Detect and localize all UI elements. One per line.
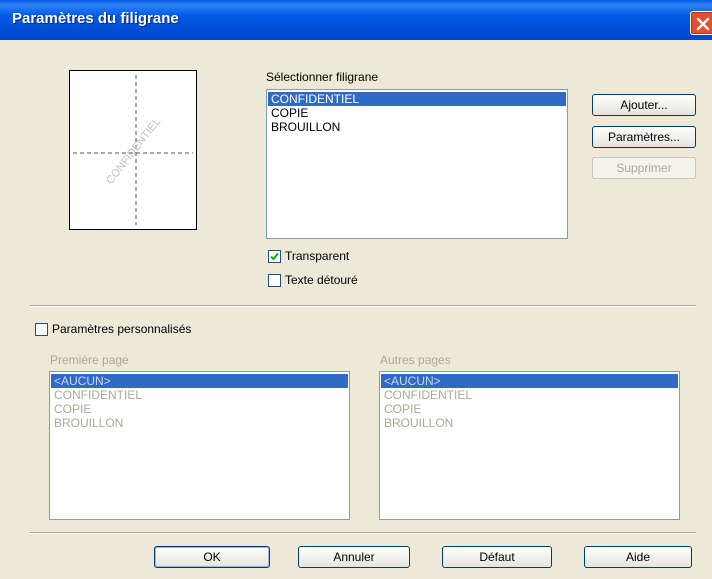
custom-settings-checkbox[interactable]: Paramètres personnalisés (35, 322, 191, 336)
separator-top (30, 305, 696, 307)
checkmark-icon (270, 252, 279, 260)
other-pages-list[interactable]: <AUCUN> CONFIDENTIEL COPIE BROUILLON (379, 371, 680, 520)
dialog-title: Paramètres du filigrane (12, 10, 179, 27)
list-item[interactable]: BROUILLON (268, 120, 566, 134)
list-item[interactable]: CONFIDENTIEL (51, 388, 348, 402)
outline-text-label: Texte détouré (285, 273, 358, 287)
custom-settings-checkbox-box[interactable] (35, 322, 48, 336)
watermark-settings-dialog: Paramètres du filigrane CONFIDENTIEL Sél… (0, 0, 712, 579)
list-item[interactable]: <AUCUN> (51, 374, 348, 388)
title-bar[interactable]: Paramètres du filigrane (0, 0, 712, 40)
help-button[interactable]: Aide (584, 546, 692, 568)
delete-button[interactable]: Supprimer (592, 157, 696, 179)
watermark-list[interactable]: CONFIDENTIEL COPIE BROUILLON (266, 89, 568, 239)
transparent-checkbox[interactable]: Transparent (268, 249, 349, 263)
select-watermark-label: Sélectionner filigrane (266, 70, 379, 84)
custom-settings-label: Paramètres personnalisés (52, 322, 192, 336)
preview-watermark-text: CONFIDENTIEL (104, 116, 163, 187)
cancel-button[interactable]: Annuler (298, 546, 410, 568)
list-item[interactable]: CONFIDENTIEL (381, 388, 678, 402)
add-button[interactable]: Ajouter... (592, 94, 696, 116)
list-item[interactable]: <AUCUN> (381, 374, 678, 388)
other-pages-label: Autres pages (380, 353, 451, 367)
settings-button[interactable]: Paramètres... (592, 126, 696, 148)
list-item[interactable]: BROUILLON (51, 416, 348, 430)
list-item[interactable]: CONFIDENTIEL (268, 92, 566, 106)
outline-text-checkbox-box[interactable] (268, 273, 281, 287)
close-button[interactable] (690, 11, 712, 35)
first-page-label: Première page (50, 353, 129, 367)
transparent-checkbox-box[interactable] (268, 249, 281, 263)
list-item[interactable]: COPIE (51, 402, 348, 416)
first-page-list[interactable]: <AUCUN> CONFIDENTIEL COPIE BROUILLON (49, 371, 350, 520)
list-item[interactable]: COPIE (268, 106, 566, 120)
separator-bottom (30, 532, 696, 534)
list-item[interactable]: BROUILLON (381, 416, 678, 430)
default-button[interactable]: Défaut (442, 546, 552, 568)
watermark-preview: CONFIDENTIEL (69, 70, 197, 230)
outline-text-checkbox[interactable]: Texte détouré (268, 273, 358, 287)
transparent-label: Transparent (285, 249, 350, 263)
list-item[interactable]: COPIE (381, 402, 678, 416)
ok-button[interactable]: OK (154, 546, 270, 568)
close-icon (696, 17, 710, 31)
